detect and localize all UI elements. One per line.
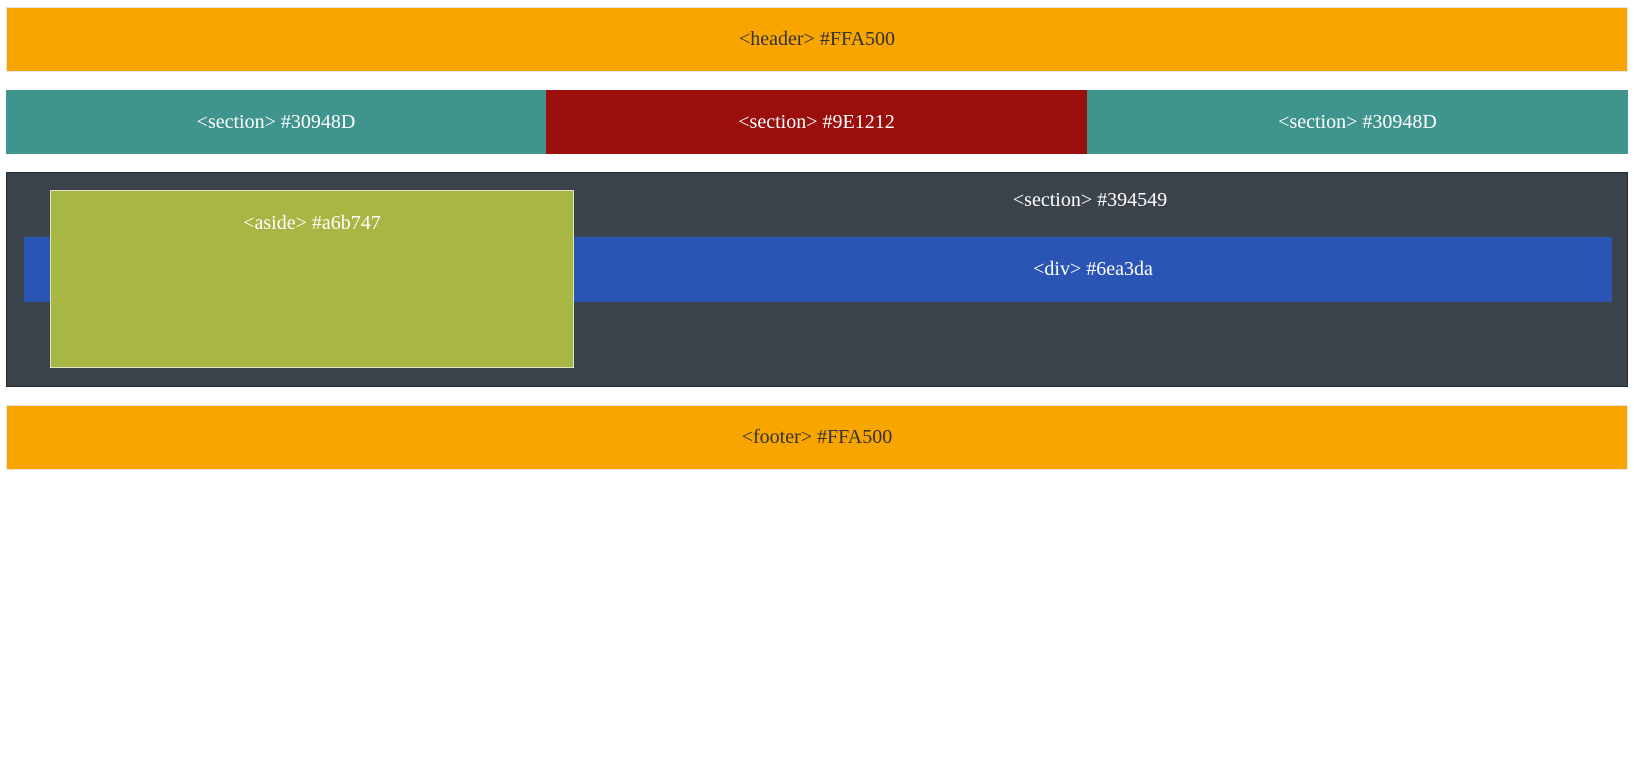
footer-block: <footer> #FFA500 bbox=[6, 405, 1628, 470]
div-label: <div> #6ea3da bbox=[1033, 258, 1153, 280]
section-block-3: <section> #30948D bbox=[1087, 90, 1628, 154]
main-section-block: <section> #394549 <div> #6ea3da <aside> … bbox=[6, 172, 1628, 387]
aside-label: <aside> #a6b747 bbox=[243, 212, 381, 234]
section-block-1: <section> #30948D bbox=[6, 90, 546, 154]
section-2-label: <section> #9E1212 bbox=[738, 110, 895, 133]
section-block-2: <section> #9E1212 bbox=[546, 90, 1087, 154]
footer-label: <footer> #FFA500 bbox=[741, 426, 893, 448]
header-block: <header> #FFA500 bbox=[6, 7, 1628, 72]
header-label: <header> #FFA500 bbox=[738, 28, 896, 50]
main-section-label: <section> #394549 bbox=[1012, 189, 1168, 211]
aside-block: <aside> #a6b747 bbox=[50, 190, 574, 368]
section-1-label: <section> #30948D bbox=[196, 110, 356, 133]
section-3-label: <section> #30948D bbox=[1278, 110, 1437, 133]
